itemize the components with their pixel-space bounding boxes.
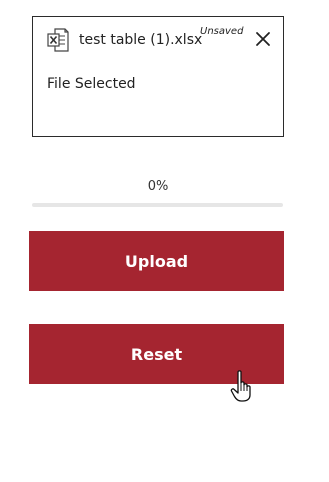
excel-file-icon bbox=[47, 28, 69, 52]
close-icon[interactable] bbox=[255, 31, 271, 47]
reset-button[interactable]: Reset bbox=[29, 324, 284, 384]
upload-button[interactable]: Upload bbox=[29, 231, 284, 291]
progress-percentage: 0% bbox=[147, 179, 169, 194]
unsaved-badge: Unsaved bbox=[200, 26, 244, 37]
file-name: test table (1).xlsx bbox=[79, 32, 203, 48]
selected-file-card: test table (1).xlsx Unsaved File Selecte… bbox=[32, 16, 284, 137]
progress-bar bbox=[32, 203, 283, 207]
upload-panel: test table (1).xlsx Unsaved File Selecte… bbox=[0, 0, 329, 482]
file-status: File Selected bbox=[47, 76, 136, 92]
